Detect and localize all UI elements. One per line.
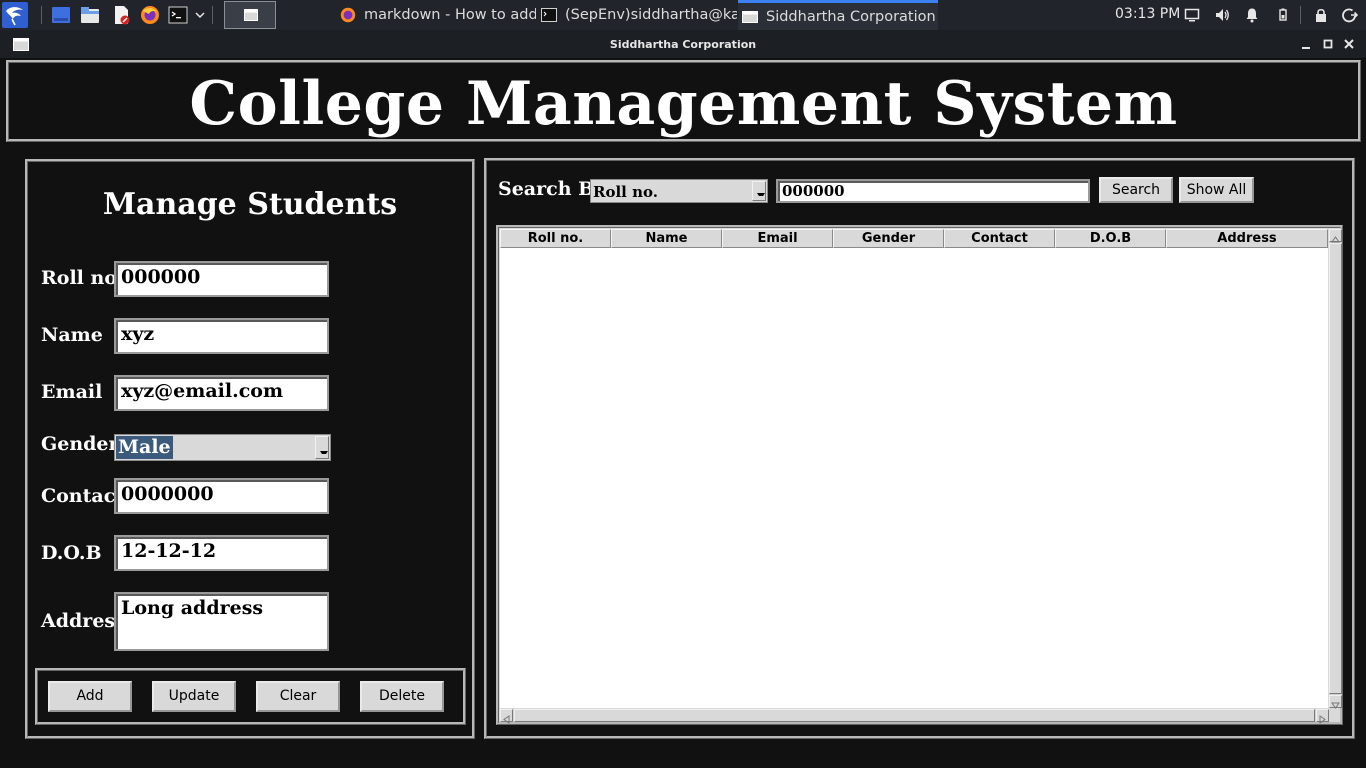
gender-select[interactable]: Male: [114, 434, 331, 461]
kali-menu-button[interactable]: [2, 2, 28, 28]
text-editor-icon[interactable]: [111, 5, 131, 25]
taskbar: markdown - How to add ... (SepEnv)siddha…: [0, 0, 1366, 30]
column-header-address[interactable]: Address: [1166, 229, 1328, 248]
dob-label: D.O.B: [41, 542, 102, 564]
gender-selected-value: Male: [116, 436, 173, 459]
gender-label: Gender: [41, 433, 119, 455]
show-all-button[interactable]: Show All: [1179, 177, 1254, 203]
name-label: Name: [41, 324, 103, 346]
workspace-window-icon: [244, 9, 258, 21]
contact-input[interactable]: 0000000: [114, 478, 329, 514]
manage-students-title: Manage Students: [102, 187, 398, 222]
minimize-icon[interactable]: [1298, 36, 1314, 52]
column-header-roll-no[interactable]: Roll no.: [500, 229, 611, 248]
scroll-left-icon[interactable]: [500, 709, 513, 724]
file-manager-icon[interactable]: [80, 5, 100, 25]
window-titlebar[interactable]: Siddhartha Corporation: [0, 30, 1366, 58]
email-input[interactable]: xyz@email.com: [114, 375, 329, 411]
clock[interactable]: 03:13 PM: [1115, 6, 1180, 22]
horizontal-scrollbar[interactable]: [500, 709, 1329, 724]
taskbar-separator: [212, 6, 213, 24]
task-label: markdown - How to add ...: [364, 7, 536, 23]
window-title: Siddhartha Corporation: [609, 38, 757, 51]
app-heading: College Management System: [189, 69, 1178, 139]
column-header-contact[interactable]: Contact: [944, 229, 1055, 248]
terminal-icon: [541, 8, 557, 22]
desktop-launcher-icon[interactable]: [51, 5, 71, 25]
contact-label: Contact: [41, 485, 125, 507]
name-input[interactable]: xyz: [114, 318, 329, 354]
lock-screen-icon[interactable]: [1313, 7, 1329, 23]
task-label: Siddhartha Corporation: [766, 8, 936, 25]
arrow-right-icon: [1319, 715, 1326, 724]
firefox-icon: [340, 7, 356, 23]
task-firefox-markdown[interactable]: markdown - How to add ...: [340, 0, 536, 30]
column-header-email[interactable]: Email: [722, 229, 833, 248]
dob-input[interactable]: 12-12-12: [114, 535, 329, 571]
app-root: College Management System Manage Student…: [0, 58, 1366, 768]
manage-students-frame: Manage Students Roll no 000000 Name xyz …: [25, 159, 475, 739]
maximize-icon[interactable]: [1320, 36, 1336, 52]
roll-no-label: Roll no: [41, 267, 117, 289]
address-textarea[interactable]: Long address: [114, 592, 329, 651]
scroll-right-icon[interactable]: [1316, 709, 1329, 724]
dropdown-arrow-icon[interactable]: [315, 436, 329, 459]
clear-button[interactable]: Clear: [256, 681, 340, 712]
student-table-frame: Roll no. Name Email Gender Contact D.O.B…: [496, 225, 1343, 725]
search-input[interactable]: 000000: [776, 179, 1090, 203]
vertical-scrollbar[interactable]: [1329, 229, 1342, 709]
student-details-frame: Search By Roll no. 000000 Search Show Al…: [484, 158, 1355, 739]
display-icon[interactable]: [1184, 7, 1200, 23]
task-label: (SepEnv)siddhartha@kal...: [565, 7, 737, 23]
task-terminal[interactable]: (SepEnv)siddhartha@kal...: [541, 0, 737, 30]
search-button[interactable]: Search: [1099, 177, 1173, 203]
close-icon[interactable]: [1341, 36, 1357, 52]
volume-icon[interactable]: [1214, 7, 1230, 23]
task-siddhartha-corporation[interactable]: Siddhartha Corporation: [738, 0, 938, 30]
horizontal-scroll-thumb[interactable]: [514, 709, 1315, 722]
table-header: Roll no. Name Email Gender Contact D.O.B…: [500, 229, 1328, 248]
column-header-dob[interactable]: D.O.B: [1055, 229, 1166, 248]
window-icon: [742, 10, 758, 23]
battery-icon[interactable]: [1275, 7, 1291, 23]
kali-dragon-icon: [6, 7, 23, 26]
search-by-select[interactable]: Roll no.: [590, 179, 768, 203]
add-button[interactable]: Add: [48, 681, 132, 712]
notification-bell-icon[interactable]: [1244, 7, 1260, 23]
vertical-scroll-thumb[interactable]: [1329, 243, 1342, 694]
button-frame: Add Update Clear Delete: [35, 668, 466, 725]
search-by-selected-value: Roll no.: [593, 183, 658, 201]
arrow-down-icon: [1331, 702, 1340, 709]
chevron-down-icon[interactable]: [195, 11, 205, 19]
arrow-left-icon: [503, 715, 510, 724]
roll-no-input[interactable]: 000000: [114, 261, 329, 297]
logout-icon[interactable]: [1342, 7, 1358, 23]
delete-button[interactable]: Delete: [360, 681, 444, 712]
taskbar-separator: [41, 6, 42, 24]
terminal-launcher-icon[interactable]: [168, 5, 188, 25]
dropdown-arrow-icon[interactable]: [752, 181, 766, 201]
update-button[interactable]: Update: [152, 681, 236, 712]
column-header-gender[interactable]: Gender: [833, 229, 944, 248]
workspace-switcher[interactable]: [224, 1, 276, 29]
header-frame: College Management System: [6, 60, 1361, 142]
scroll-down-icon[interactable]: [1329, 695, 1342, 709]
firefox-icon[interactable]: [140, 5, 160, 25]
student-table[interactable]: Roll no. Name Email Gender Contact D.O.B…: [500, 229, 1328, 708]
taskbar-separator: [1300, 6, 1301, 24]
scroll-up-icon[interactable]: [1329, 229, 1342, 243]
email-label: Email: [41, 381, 103, 403]
column-header-name[interactable]: Name: [611, 229, 722, 248]
